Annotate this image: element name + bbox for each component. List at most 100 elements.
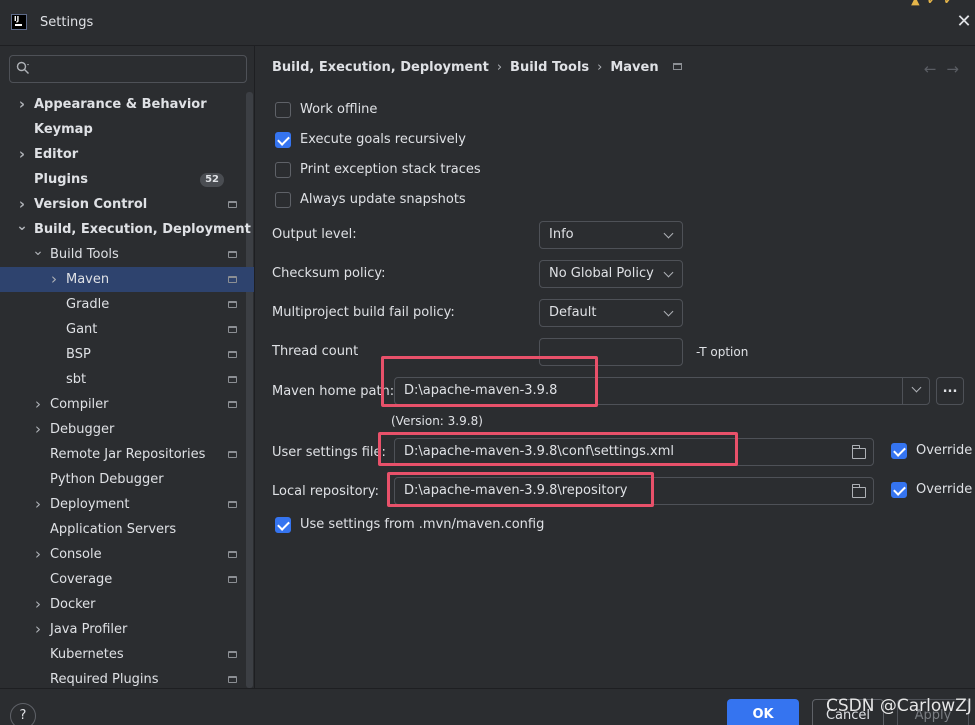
- sidebar-item[interactable]: sbt: [0, 367, 254, 392]
- output-level-select[interactable]: Info: [539, 221, 683, 249]
- sidebar-item[interactable]: › Java Profiler: [0, 617, 254, 642]
- local-repository-label: Local repository:: [272, 484, 379, 499]
- pin-icon: [228, 451, 237, 458]
- checkbox[interactable]: [275, 517, 291, 533]
- settings-sidebar: › Appearance & Behavior Keymap › Editor Plugi…: [0, 46, 255, 688]
- sidebar-item[interactable]: Gant: [0, 317, 254, 342]
- fail-policy-label: Multiproject build fail policy:: [272, 305, 455, 320]
- pin-icon: [228, 326, 237, 333]
- intellij-logo-icon: IJ: [11, 14, 27, 30]
- sidebar-item[interactable]: › Maven: [0, 267, 254, 292]
- chevron-right-icon[interactable]: ›: [16, 192, 28, 217]
- back-arrow-icon[interactable]: ←: [924, 60, 947, 78]
- highlight-box: [378, 432, 738, 466]
- chevron-right-icon: ›: [597, 60, 603, 75]
- browse-maven-home-button[interactable]: ...: [936, 377, 964, 405]
- sidebar-item-label: Appearance & Behavior: [34, 97, 207, 112]
- settings-tree: › Appearance & Behavior Keymap › Editor Plugi…: [0, 92, 254, 688]
- sidebar-item-label: Remote Jar Repositories: [50, 447, 206, 462]
- sidebar-item-label: Keymap: [34, 122, 93, 137]
- pin-icon: [228, 301, 237, 308]
- chevron-right-icon[interactable]: ›: [16, 142, 28, 167]
- sidebar-item[interactable]: › Version Control: [0, 192, 254, 217]
- sidebar-item[interactable]: › Editor: [0, 142, 254, 167]
- sidebar-item[interactable]: › Deployment: [0, 492, 254, 517]
- thread-count-label: Thread count: [272, 344, 359, 359]
- sidebar-item-label: Application Servers: [50, 522, 177, 537]
- checksum-policy-select[interactable]: No Global Policy: [539, 260, 683, 288]
- sidebar-item-label: Version Control: [34, 197, 148, 212]
- chevron-right-icon[interactable]: ›: [16, 92, 28, 117]
- settings-search[interactable]: [9, 55, 247, 83]
- sidebar-item-label: Gant: [66, 322, 98, 337]
- sidebar-item[interactable]: Application Servers: [0, 517, 254, 542]
- sidebar-item[interactable]: › Debugger: [0, 417, 254, 442]
- sidebar-item-label: Kubernetes: [50, 647, 124, 662]
- sidebar-item-label: Editor: [34, 147, 79, 162]
- chevron-right-icon[interactable]: ›: [48, 267, 60, 292]
- checkbox[interactable]: [891, 482, 907, 498]
- sidebar-item-label: sbt: [66, 372, 87, 387]
- ok-button[interactable]: OK: [727, 699, 799, 725]
- folder-icon[interactable]: [851, 445, 866, 459]
- chevron-right-icon[interactable]: ›: [32, 492, 44, 517]
- sidebar-item[interactable]: Plugins 52: [0, 167, 254, 192]
- fail-policy-select[interactable]: Default: [539, 299, 683, 327]
- maven-home-dropdown[interactable]: [902, 378, 929, 404]
- sidebar-item-label: Maven: [66, 272, 110, 287]
- breadcrumb-item: Maven: [610, 60, 659, 75]
- forward-arrow-icon[interactable]: →: [946, 60, 969, 78]
- highlight-box: [381, 356, 598, 407]
- status-icons: ▲ ✔ ✔: [911, 0, 955, 7]
- chevron-down-icon[interactable]: ⌄: [32, 242, 44, 260]
- sidebar-item[interactable]: BSP: [0, 342, 254, 367]
- checkbox[interactable]: [891, 443, 907, 459]
- sidebar-item[interactable]: Gradle: [0, 292, 254, 317]
- chevron-right-icon[interactable]: ›: [32, 392, 44, 417]
- checkbox[interactable]: [275, 132, 291, 148]
- chevron-right-icon[interactable]: ›: [32, 417, 44, 442]
- maven-settings-panel: Build, Execution, Deployment › Build Tools…: [256, 46, 975, 688]
- pin-icon: [228, 351, 237, 358]
- sidebar-item-label: Required Plugins: [50, 672, 159, 687]
- sidebar-item-label: Gradle: [66, 297, 110, 312]
- search-input[interactable]: [40, 59, 240, 79]
- checkbox[interactable]: [275, 162, 291, 178]
- navigation-arrows: ←→: [924, 60, 969, 78]
- sidebar-item[interactable]: Kubernetes: [0, 642, 254, 667]
- pin-icon: [228, 376, 237, 383]
- chevron-right-icon[interactable]: ›: [32, 542, 44, 567]
- sidebar-item[interactable]: › Compiler: [0, 392, 254, 417]
- sidebar-item[interactable]: ⌄ Build Tools: [0, 242, 254, 267]
- checkbox[interactable]: [275, 192, 291, 208]
- maven-version-text: (Version: 3.9.8): [391, 414, 483, 428]
- sidebar-item[interactable]: › Docker: [0, 592, 254, 617]
- search-icon: [16, 61, 29, 74]
- sidebar-item-label: Compiler: [50, 397, 109, 412]
- plugin-count-badge: 52: [200, 173, 224, 187]
- breadcrumb-item[interactable]: Build, Execution, Deployment: [272, 60, 489, 75]
- help-button[interactable]: ?: [10, 703, 36, 725]
- pin-icon: [228, 251, 237, 258]
- folder-icon[interactable]: [851, 484, 866, 498]
- sidebar-item[interactable]: › Console: [0, 542, 254, 567]
- sidebar-item[interactable]: Required Plugins: [0, 667, 254, 688]
- sidebar-item[interactable]: › Appearance & Behavior: [0, 92, 254, 117]
- sidebar-item-label: Debugger: [50, 422, 115, 437]
- sidebar-item[interactable]: Coverage: [0, 567, 254, 592]
- chevron-down-icon[interactable]: ⌄: [16, 217, 28, 235]
- pin-icon: [672, 63, 682, 70]
- sidebar-item-label: Build, Execution, Deployment: [34, 222, 251, 237]
- sidebar-item-label: Plugins: [34, 172, 88, 187]
- close-icon[interactable]: ✕: [955, 12, 973, 32]
- breadcrumb-item[interactable]: Build Tools: [510, 60, 589, 75]
- sidebar-item[interactable]: Python Debugger: [0, 467, 254, 492]
- sidebar-item[interactable]: Remote Jar Repositories: [0, 442, 254, 467]
- checkbox[interactable]: [275, 102, 291, 118]
- sidebar-item[interactable]: ⌄ Build, Execution, Deployment: [0, 217, 254, 242]
- chevron-right-icon[interactable]: ›: [32, 592, 44, 617]
- maven-home-label: Maven home path:: [272, 384, 395, 399]
- sidebar-item[interactable]: Keymap: [0, 117, 254, 142]
- chevron-right-icon[interactable]: ›: [32, 617, 44, 642]
- thread-count-hint: -T option: [696, 345, 749, 359]
